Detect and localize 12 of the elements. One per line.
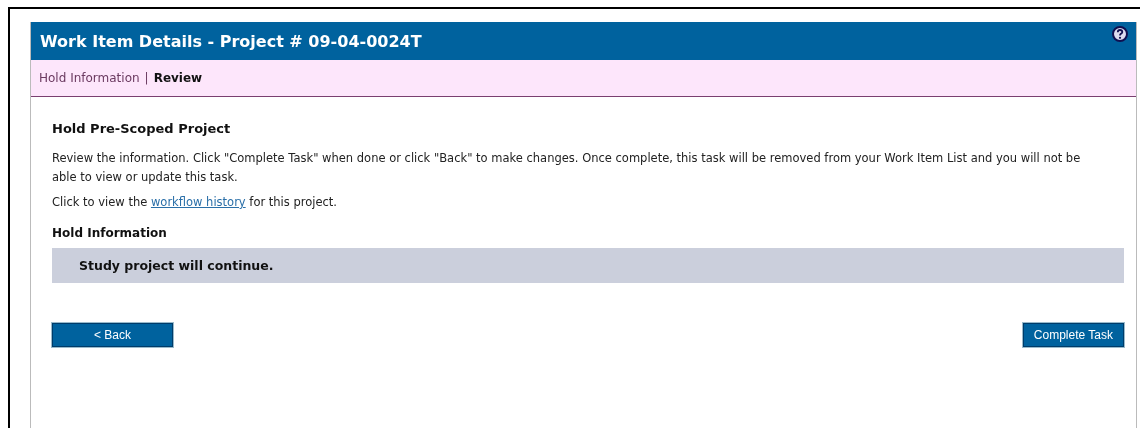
breadcrumb-separator: | bbox=[144, 71, 149, 85]
breadcrumb-link[interactable]: Hold Information bbox=[39, 71, 140, 85]
instructions-text: Review the information. Click "Complete Task" when done or click "Back" to make changes. Once complete, this task will be removed from your Work Item List and you will not be able to view or update this task. bbox=[52, 150, 1082, 186]
section-title: Hold Information bbox=[52, 226, 168, 240]
back-button[interactable]: < Back bbox=[52, 323, 173, 347]
message-text: Study project will continue. bbox=[79, 258, 274, 273]
window-title: Work Item Details - Project # 09-04-0024T bbox=[40, 31, 422, 51]
complete-task-button[interactable]: Complete Task bbox=[1022, 323, 1124, 347]
history-text: Click to view the workflow history for this project. bbox=[52, 194, 338, 211]
breadcrumb-link[interactable]: Review bbox=[153, 71, 203, 85]
page-heading: Hold Pre-Scoped Project bbox=[52, 121, 232, 136]
workflow-history-link[interactable]: workflow history bbox=[150, 195, 246, 209]
